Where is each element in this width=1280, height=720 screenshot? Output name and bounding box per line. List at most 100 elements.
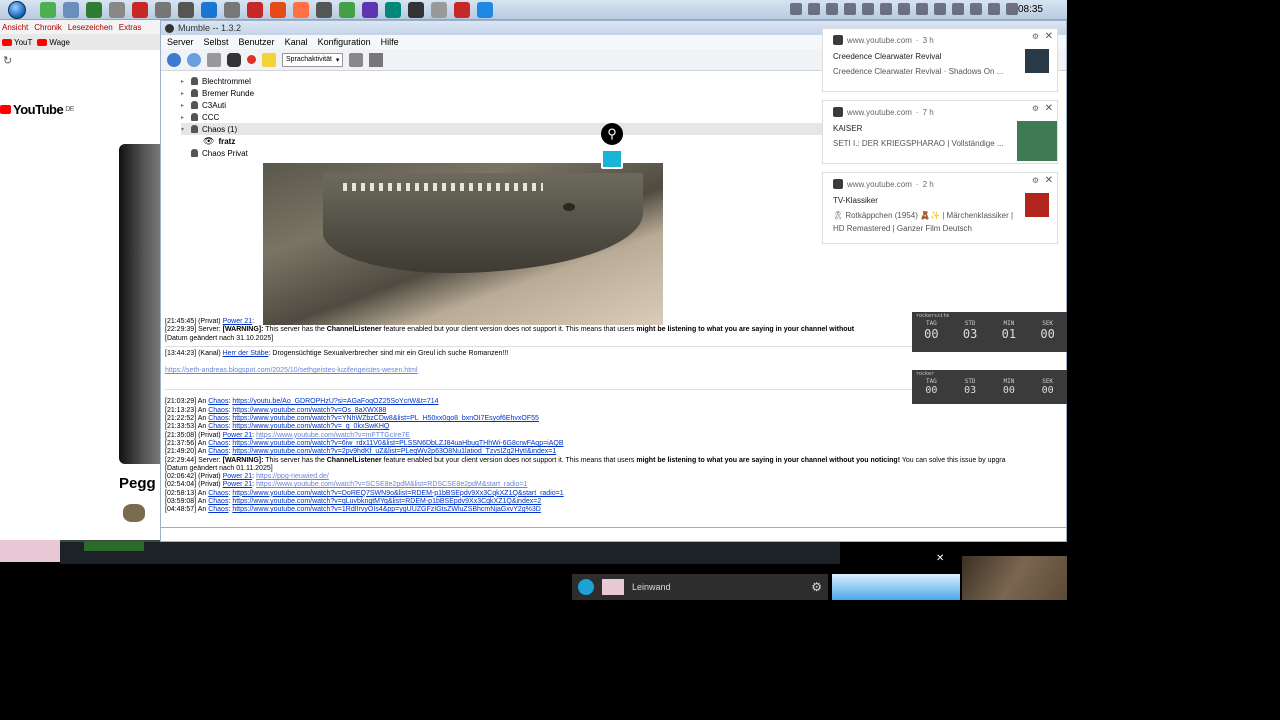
user-item[interactable]: 👁 fratz xyxy=(181,135,881,147)
channel-item[interactable]: ▸ Blechtrommel xyxy=(181,75,881,87)
record-icon[interactable] xyxy=(247,55,256,64)
tab-wage[interactable]: Wage xyxy=(37,38,70,47)
menu-lesezeichen[interactable]: Lesezeichen xyxy=(68,23,113,32)
channel-item[interactable]: ▸ C3Auti xyxy=(181,99,881,111)
chat-link[interactable]: https://www.youtube.com/watch?v=qLuvbkng… xyxy=(232,498,541,505)
chat-link[interactable]: https://youtu.be/Ao_GDROPHzU?si=AGaFoqOZ… xyxy=(232,398,438,405)
chat-link[interactable]: https://www.youtube.com/watch?v=Os_8aXWX… xyxy=(232,407,386,414)
info-icon[interactable] xyxy=(187,52,201,67)
app-icon[interactable] xyxy=(155,2,171,18)
countdown-widget[interactable]: rocker TAG STD MIN SEK 00 03 00 00 xyxy=(912,370,1067,404)
chat-link[interactable]: https://www.youtube.com/watch?v=SCSE8e2p… xyxy=(256,481,527,488)
user-link[interactable]: Power 21 xyxy=(223,432,253,439)
overlay-badge[interactable] xyxy=(601,149,623,169)
expand-icon[interactable]: ▸ xyxy=(181,114,187,121)
menu-server[interactable]: Server xyxy=(167,37,194,47)
tray-icon[interactable] xyxy=(1006,3,1018,15)
clock[interactable]: 08:35 xyxy=(1018,4,1043,15)
notification-1[interactable]: www.youtube.com · 3 h Creedence Clearwater… xyxy=(822,28,1058,92)
chrome-icon[interactable] xyxy=(40,2,56,18)
expand-icon[interactable]: ▸ xyxy=(181,78,187,85)
channel-item[interactable]: ▸ Bremer Runde xyxy=(181,87,881,99)
reload-icon[interactable]: ↻ xyxy=(3,54,12,67)
menu-konfiguration[interactable]: Konfiguration xyxy=(318,37,371,47)
tray-icon[interactable] xyxy=(844,3,856,15)
chat-link[interactable]: https://www.youtube.com/watch?v=_q_0kxSw… xyxy=(232,423,389,430)
tray-icon[interactable] xyxy=(826,3,838,15)
user-link[interactable]: Herr der Stäbe xyxy=(223,350,269,357)
video-title[interactable]: Pegg xyxy=(119,475,156,492)
expand-icon[interactable]: ▸ xyxy=(181,90,187,97)
mumble-taskbar-icon[interactable] xyxy=(431,2,447,18)
app-icon[interactable] xyxy=(339,2,355,18)
tray-icon[interactable] xyxy=(988,3,1000,15)
menu-hilfe[interactable]: Hilfe xyxy=(381,37,399,47)
user-link[interactable]: Chaos xyxy=(208,448,228,455)
app-icon[interactable] xyxy=(224,2,240,18)
app-icon[interactable] xyxy=(477,2,493,18)
tray-icon[interactable] xyxy=(952,3,964,15)
app-icon[interactable] xyxy=(178,2,194,18)
notification-2[interactable]: www.youtube.com · 7 h KAISER SETI I.: DER … xyxy=(822,100,1058,164)
menu-ansicht[interactable]: Ansicht xyxy=(2,23,28,32)
user-link[interactable]: Chaos xyxy=(208,490,228,497)
connect-icon[interactable] xyxy=(167,52,181,67)
menu-extras[interactable]: Extras xyxy=(119,23,142,32)
user-link[interactable]: Chaos xyxy=(208,407,228,414)
gear-icon[interactable]: ⚙ xyxy=(1032,104,1039,113)
notification-3[interactable]: www.youtube.com · 2 h TV-Klassiker 🎗 Rotkä… xyxy=(822,172,1058,244)
close-icon[interactable]: ✕ xyxy=(1045,103,1053,114)
close-icon[interactable]: ✕ xyxy=(936,553,944,564)
tray-icon[interactable] xyxy=(970,3,982,15)
chat-link[interactable]: https://ppg-neuwied.de/ xyxy=(256,473,329,480)
app-icon[interactable] xyxy=(385,2,401,18)
filter-icon[interactable] xyxy=(369,52,384,67)
user-link[interactable]: Chaos xyxy=(208,398,228,405)
tray-icon[interactable] xyxy=(862,3,874,15)
user-link[interactable]: Chaos xyxy=(208,498,228,505)
video-thumbnail[interactable] xyxy=(119,144,160,464)
app-icon[interactable] xyxy=(201,2,217,18)
brave-icon[interactable] xyxy=(270,2,286,18)
tray-icon[interactable] xyxy=(898,3,910,15)
expand-icon[interactable]: ▸ xyxy=(181,102,187,109)
app-icon[interactable] xyxy=(247,2,263,18)
close-icon[interactable]: ✕ xyxy=(1045,31,1053,42)
tray-icon[interactable] xyxy=(808,3,820,15)
chat-link[interactable]: https://www.youtube.com/watch?v=1RdIIrvy… xyxy=(232,506,541,513)
deafen-icon[interactable] xyxy=(227,52,241,67)
user-link[interactable]: Chaos xyxy=(208,415,228,422)
user-link[interactable]: Power 21 xyxy=(223,481,253,488)
chat-link[interactable]: https://www.youtube.com/watch?v=DoREQ7SW… xyxy=(232,490,563,497)
close-icon[interactable]: ✕ xyxy=(1045,175,1053,186)
chat-link[interactable]: https://www.youtube.com/watch?v=2pv9hdKf… xyxy=(232,448,556,455)
comment-icon[interactable] xyxy=(262,52,276,67)
menu-kanal[interactable]: Kanal xyxy=(285,37,308,47)
window-icon[interactable] xyxy=(63,2,79,18)
app-icon[interactable] xyxy=(362,2,378,18)
user-link[interactable]: Power 21 xyxy=(223,318,253,325)
settings-icon[interactable] xyxy=(349,52,364,67)
collapse-icon[interactable]: ▾ xyxy=(181,126,187,133)
chat-input[interactable] xyxy=(161,527,1066,541)
app-icon[interactable] xyxy=(316,2,332,18)
gear-icon[interactable]: ⚙ xyxy=(1032,176,1039,185)
tray-icon[interactable] xyxy=(916,3,928,15)
start-button[interactable] xyxy=(8,1,26,19)
camera-icon[interactable] xyxy=(578,579,594,595)
gear-icon[interactable]: ⚙ xyxy=(1032,32,1039,41)
tray-icon[interactable] xyxy=(880,3,892,15)
tab-youtube[interactable]: YouT xyxy=(2,38,32,47)
menu-selbst[interactable]: Selbst xyxy=(204,37,229,47)
menu-chronik[interactable]: Chronik xyxy=(34,23,62,32)
tray-icon[interactable] xyxy=(790,3,802,15)
app-icon[interactable] xyxy=(109,2,125,18)
channel-item[interactable]: ▸ CCC xyxy=(181,111,881,123)
transmit-mode-select[interactable]: Sprachaktivität ▾ xyxy=(282,52,344,67)
chat-link[interactable]: https://www.youtube.com/watch?v=YNhWZbzC… xyxy=(232,415,539,422)
user-link[interactable]: Power 21 xyxy=(223,473,253,480)
user-link[interactable]: Chaos xyxy=(208,506,228,513)
app-icon[interactable] xyxy=(132,2,148,18)
mute-icon[interactable] xyxy=(207,52,221,67)
user-link[interactable]: Chaos xyxy=(208,423,228,430)
